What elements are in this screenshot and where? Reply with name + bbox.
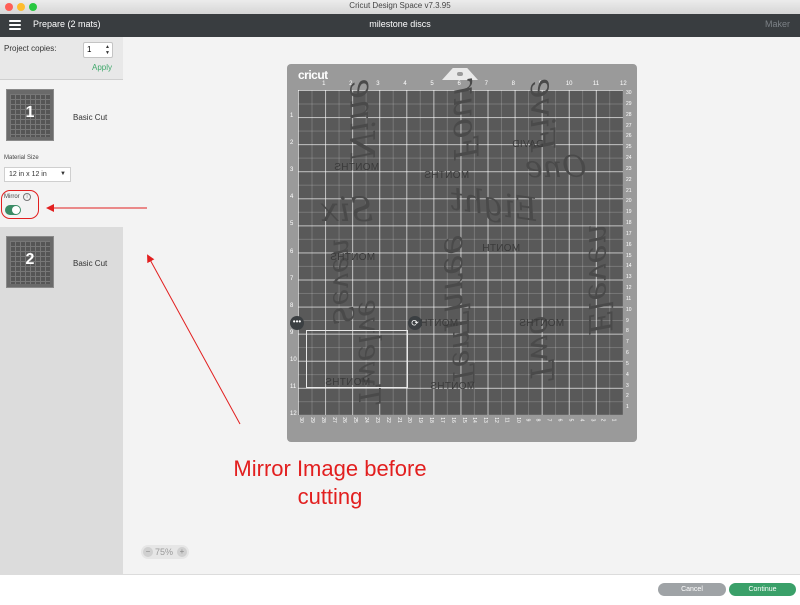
continue-button[interactable]: Continue xyxy=(729,583,796,596)
zoom-out-button[interactable]: − xyxy=(143,547,153,557)
annotation-line-1: Mirror Image before xyxy=(233,456,427,481)
cancel-button[interactable]: Cancel xyxy=(658,583,726,596)
arrow-to-mat-2 xyxy=(147,254,241,425)
zoom-in-button[interactable]: + xyxy=(177,547,187,557)
annotation-line-2: cutting xyxy=(297,484,363,509)
annotation-arrows xyxy=(46,204,241,425)
zoom-control: − 75% + xyxy=(141,545,189,559)
zoom-level: 75% xyxy=(155,547,174,557)
annotation-text: Mirror Image before cutting xyxy=(210,455,450,511)
